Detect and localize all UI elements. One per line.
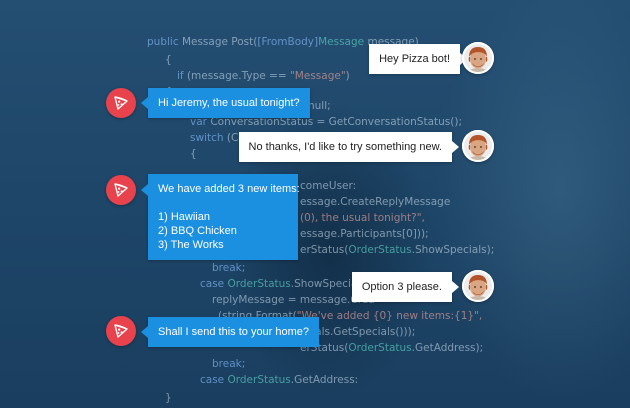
message-text: No thanks, I'd like to try something new…: [248, 141, 442, 153]
pizza-slice-icon: [106, 88, 136, 118]
message-text: We have added 3 new items:: [158, 183, 300, 195]
message-text: Hi Jeremy, the usual tonight?: [158, 97, 300, 109]
message-text: Option 3 please.: [361, 281, 442, 293]
message-text: 2) BBQ Chicken: [158, 225, 237, 237]
bot-message-bubble: We have added 3 new items: 1) Hawiian 2) B…: [141, 174, 300, 260]
message-text: 1) Hawiian: [158, 211, 210, 223]
user-avatar: [462, 270, 494, 302]
message-text: Shall I send this to your home?: [158, 326, 310, 338]
pizza-slice-icon: [106, 316, 136, 346]
message-spacer: [158, 196, 288, 210]
user-message-bubble: Hey Pizza bot!: [369, 44, 467, 74]
bot-message-bubble: Shall I send this to your home?: [140, 317, 320, 347]
message-text: 3) The Works: [158, 239, 224, 251]
user-message-bubble: Option 3 please.: [351, 272, 460, 302]
message-text: Hey Pizza bot!: [379, 53, 450, 65]
user-avatar: [462, 130, 494, 162]
pizza-slice-icon: [106, 175, 136, 205]
bot-message-bubble: Hi Jeremy, the usual tonight?: [141, 88, 310, 118]
user-message-bubble: No thanks, I'd like to try something new…: [238, 132, 460, 162]
user-avatar: [462, 42, 494, 74]
